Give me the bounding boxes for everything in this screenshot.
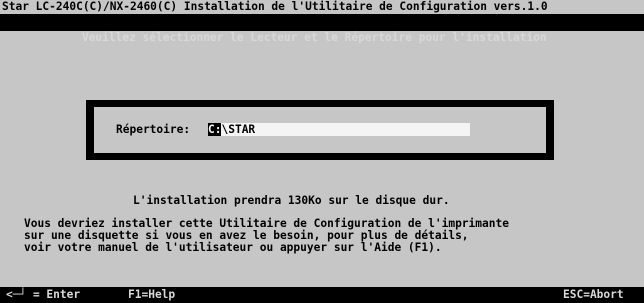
instruction-bar: Veuillez sélectionner le Lecteur et le R… (0, 14, 644, 44)
directory-dialog: Répertoire: C:\STAR (86, 100, 554, 160)
window-title: Star LC-240C(C)/NX-2460(C) Installation … (0, 0, 644, 14)
help-key-hint[interactable]: F1=Help (128, 287, 175, 303)
directory-input-selection: C: (208, 123, 222, 136)
instruction-text: Veuillez sélectionner le Lecteur et le R… (81, 31, 547, 44)
advice-line-3: voir votre manuel de l'utilisateur ou ap… (24, 241, 442, 254)
installer-screen: Star LC-240C(C)/NX-2460(C) Installation … (0, 0, 644, 303)
space-required-message: L'installation prendra 130Ko sur le disq… (133, 194, 450, 207)
abort-key-hint[interactable]: ESC=Abort (563, 287, 624, 303)
enter-key-hint[interactable]: <─┘ = Enter (6, 287, 80, 303)
directory-dialog-body: Répertoire: C:\STAR (94, 107, 546, 153)
directory-input-value: \STAR (221, 123, 256, 136)
directory-label: Répertoire: (116, 123, 191, 136)
directory-input[interactable]: C:\STAR (208, 123, 470, 136)
status-bar: <─┘ = Enter F1=Help ESC=Abort (0, 287, 644, 303)
